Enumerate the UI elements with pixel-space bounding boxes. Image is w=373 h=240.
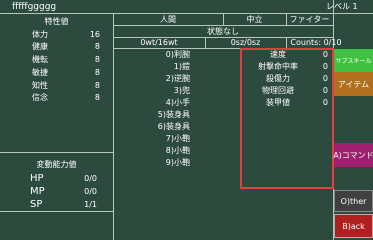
stat-label: 機転	[32, 55, 48, 64]
combat-value: 0	[322, 50, 328, 59]
variable-value: 0/0	[84, 187, 97, 196]
slots-label: 0sz/0sz	[230, 38, 261, 47]
combat-value: 0	[322, 62, 328, 71]
stat-label: 知性	[32, 81, 48, 90]
variable-label: HP	[30, 173, 44, 184]
combat-label: 装甲値	[266, 98, 290, 107]
header-divider	[0, 13, 373, 14]
equipment-slot[interactable]: 1)鎧	[120, 62, 190, 72]
stat-label: 健康	[32, 42, 48, 51]
level-label: レベル 1	[326, 2, 358, 11]
alignment-label: 中立	[246, 15, 263, 24]
race-label: 人間	[160, 15, 176, 24]
equipment-slot[interactable]: 4)小手	[120, 98, 190, 108]
equipment-slot[interactable]: 6)装身具	[120, 122, 190, 132]
combat-label: 射撃命中率	[258, 62, 298, 71]
combat-label: 殺傷力	[266, 74, 290, 83]
stat-value: 8	[94, 81, 100, 90]
combat-value: 0	[322, 86, 328, 95]
support-skill-button[interactable]: サブスキール	[334, 49, 373, 72]
stat-label: 信念	[32, 93, 48, 102]
combat-value: 0	[322, 74, 328, 83]
status-label: 状態なし	[207, 27, 239, 36]
stat-label: 敏捷	[32, 68, 48, 77]
stat-value: 8	[94, 55, 100, 64]
counts-label: Counts: 0/10	[290, 38, 342, 47]
equipment-slot[interactable]: 3)兜	[120, 86, 190, 96]
variable-label: SP	[30, 199, 43, 210]
combat-label: 物理回避	[262, 86, 294, 95]
stats-title: 特性値	[44, 17, 69, 26]
variable-label: MP	[30, 186, 45, 197]
command-button[interactable]: A)コマンド	[333, 143, 373, 167]
back-button[interactable]: B)ack	[334, 214, 373, 238]
variable-value: 0/0	[84, 174, 97, 183]
equipment-slot[interactable]: 0)利腕	[120, 50, 190, 60]
other-button[interactable]: O)ther	[334, 190, 373, 212]
equipment-slot[interactable]: 5)装身具	[120, 110, 190, 120]
equipment-slot[interactable]: 2)逆腕	[120, 74, 190, 84]
equipment-slot[interactable]: 8)小鞄	[120, 146, 190, 156]
variable-value: 1/1	[84, 200, 97, 209]
weight-label: 0wt/16wt	[140, 38, 178, 47]
class-label: ファイター	[289, 15, 330, 24]
item-button[interactable]: アイテム	[334, 72, 373, 96]
stat-value: 16	[89, 30, 100, 39]
stats-divider	[0, 152, 113, 153]
combat-label: 速度	[270, 50, 286, 59]
stat-value: 8	[94, 93, 100, 102]
equipment-slot[interactable]: 7)小鞄	[120, 134, 190, 144]
stat-label: 体力	[32, 30, 48, 39]
profile-divider-1	[113, 25, 333, 26]
stat-value: 8	[94, 42, 100, 51]
stat-value: 8	[94, 68, 100, 77]
combat-value: 0	[322, 98, 328, 107]
variable-title: 変動能力値	[36, 160, 77, 169]
character-name: fffffggggg	[12, 2, 57, 12]
equipment-slot[interactable]: 9)小鞄	[120, 158, 190, 168]
variable-divider	[0, 211, 113, 212]
